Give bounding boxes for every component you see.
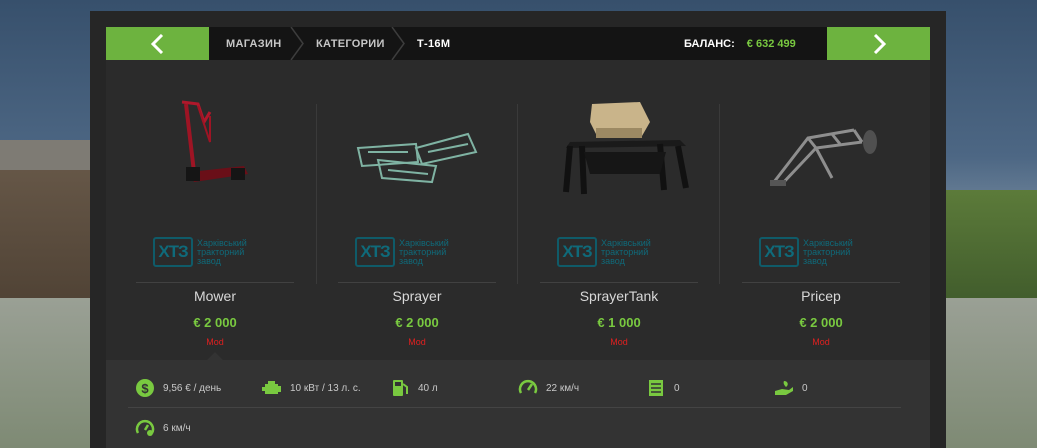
balance-value: € 632 499: [746, 37, 796, 50]
item-card-mower[interactable]: ХТЗ Харківський тракторний завод Mower €…: [106, 72, 306, 357]
item-name: Pricep: [801, 288, 841, 304]
selection-pointer: [207, 352, 223, 360]
item-card-sprayer[interactable]: ХТЗ Харківський тракторний завод Sprayer…: [308, 72, 508, 357]
breadcrumb-separator: [290, 27, 304, 60]
item-card-pricep[interactable]: ХТЗ Харківський тракторний завод Pricep …: [712, 72, 912, 357]
card-separator: [136, 282, 294, 283]
kharkiv-tractor-logo: ХТЗ Харківський тракторний завод: [355, 237, 461, 267]
kharkiv-tractor-logo: ХТЗ Харківський тракторний завод: [759, 237, 865, 267]
mower-image: [181, 100, 248, 182]
stat-work-speed: 6 км/ч: [135, 418, 191, 438]
fuel-icon: [393, 380, 408, 396]
stat-value: 6 км/ч: [163, 422, 191, 434]
mod-badge: Mod: [408, 337, 426, 347]
stat-seeds: 0: [774, 378, 808, 398]
seed-hand-icon: [775, 381, 793, 395]
work-speed-icon: [135, 419, 155, 436]
balance-label: БАЛАНС:: [684, 37, 735, 50]
stat-value: 22 км/ч: [546, 382, 580, 394]
stat-max-speed: 22 км/ч: [518, 378, 579, 398]
card-separator: [540, 282, 698, 283]
stat-fuel: 40 л: [390, 378, 438, 398]
background-trees: [945, 190, 1037, 310]
item-name: Mower: [193, 288, 236, 304]
stat-capacity: 0: [646, 378, 680, 398]
card-separator: [742, 282, 900, 283]
breadcrumb-categories[interactable]: КАТЕГОРИИ: [316, 27, 385, 60]
stat-maintenance: $ 9,56 € / день: [135, 378, 221, 398]
stat-value: 0: [674, 382, 680, 394]
sprayer-tank-image: [563, 102, 689, 195]
engine-icon: [262, 381, 281, 394]
stat-value: 40 л: [418, 382, 438, 394]
item-price: € 2 000: [193, 315, 237, 330]
mod-badge: Mod: [206, 337, 224, 347]
svg-text:$: $: [141, 381, 149, 396]
item-card-sprayertank[interactable]: ХТЗ Харківський тракторний завод Sprayer…: [510, 72, 710, 357]
sprayer-image: [356, 132, 478, 184]
back-button[interactable]: [106, 27, 209, 60]
item-stats-panel: [106, 360, 930, 448]
stat-power: 10 кВт / 13 л. с.: [262, 378, 361, 398]
stat-value: 10 кВт / 13 л. с.: [290, 382, 361, 394]
item-price: € 2 000: [799, 315, 843, 330]
speedometer-icon: [518, 379, 538, 394]
card-separator: [338, 282, 496, 283]
trailer-image: [770, 128, 877, 186]
next-button[interactable]: [827, 27, 930, 60]
mod-badge: Mod: [610, 337, 628, 347]
item-price: € 1 000: [597, 315, 641, 330]
money-icon: $: [136, 379, 154, 397]
breadcrumb-current: Т-16М: [417, 37, 451, 50]
mod-badge: Mod: [812, 337, 830, 347]
breadcrumb-shop[interactable]: МАГАЗИН: [226, 27, 281, 60]
kharkiv-tractor-logo: ХТЗ Харківський тракторний завод: [557, 237, 663, 267]
item-name: Sprayer: [392, 288, 442, 304]
item-price: € 2 000: [395, 315, 439, 330]
balance-display: БАЛАНС: € 632 499: [684, 27, 796, 60]
breadcrumb-separator: [391, 27, 405, 60]
kharkiv-tractor-logo: ХТЗ Харківський тракторний завод: [153, 237, 259, 267]
item-name: SprayerTank: [579, 288, 659, 304]
stat-value: 0: [802, 382, 808, 394]
chevron-right-icon: [873, 33, 886, 54]
stats-divider: [128, 407, 901, 408]
stat-value: 9,56 € / день: [163, 382, 222, 394]
capacity-icon: [649, 380, 663, 396]
chevron-left-icon: [150, 33, 163, 54]
